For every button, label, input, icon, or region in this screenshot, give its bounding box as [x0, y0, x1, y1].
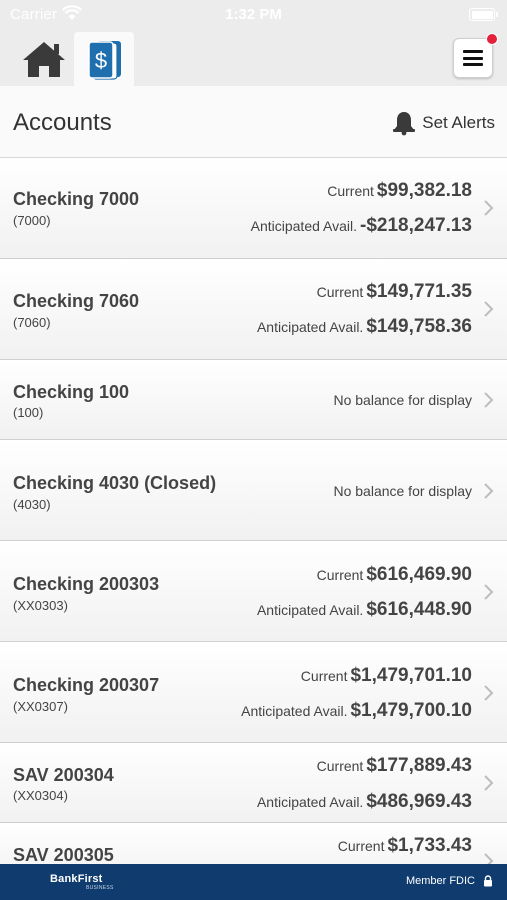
home-icon	[23, 42, 65, 77]
tab-home[interactable]	[14, 32, 74, 86]
chevron-right-icon	[484, 584, 494, 600]
current-balance: Current $1,479,701.10	[301, 665, 472, 687]
hamburger-menu-icon	[463, 50, 483, 66]
current-label: Current	[316, 284, 364, 300]
account-name: Checking 100	[13, 382, 130, 402]
status-bar: Carrier 1:32 PM	[0, 0, 507, 30]
account-row[interactable]: Checking 200307 (XX0307) Current $1,479,…	[0, 642, 507, 743]
current-balance: Current $177,889.43	[317, 755, 472, 777]
current-balance: Current $99,382.18	[327, 180, 472, 202]
anticipated-value: -$218,247.13	[360, 215, 472, 236]
anticipated-balance: Anticipated Avail. $149,758.36	[257, 316, 472, 338]
account-name: SAV 200305	[13, 845, 114, 865]
current-value: $1,733.43	[387, 835, 472, 856]
anticipated-value: $149,758.36	[366, 316, 472, 337]
footer: BankFirst BUSINESS Member FDIC	[0, 864, 507, 900]
account-row[interactable]: Checking 200303 (XX0303) Current $616,46…	[0, 541, 507, 642]
member-fdic-label: Member FDIC	[405, 875, 475, 887]
account-row[interactable]: Checking 7060 (7060) Current $149,771.35…	[0, 259, 507, 360]
current-balance: Current $1,733.43	[338, 835, 472, 857]
current-label: Current	[300, 668, 348, 684]
dollar-cards-icon: $	[88, 41, 121, 80]
page-header: Accounts Set Alerts	[0, 86, 507, 158]
current-value: $177,889.43	[366, 755, 472, 776]
current-label: Current	[337, 838, 385, 854]
anticipated-value: $616,448.90	[366, 599, 472, 620]
current-balance: Current $616,469.90	[317, 564, 472, 586]
current-value: $1,479,701.10	[350, 665, 472, 686]
account-number: (100)	[13, 405, 44, 420]
battery-icon	[469, 8, 498, 21]
account-row[interactable]: Checking 7000 (7000) Current $99,382.18 …	[0, 158, 507, 259]
anticipated-label: Anticipated Avail.	[256, 794, 364, 810]
account-number: (7060)	[13, 315, 51, 330]
current-label: Current	[327, 183, 374, 199]
account-number: (XX0304)	[13, 788, 68, 803]
brand-sub-label: BUSINESS	[86, 885, 114, 891]
anticipated-label: Anticipated Avail.	[256, 602, 364, 618]
anticipated-value: $1,479,700.10	[350, 700, 472, 721]
account-number: (7000)	[13, 213, 51, 228]
current-label: Current	[316, 567, 364, 583]
account-list: Checking 7000 (7000) Current $99,382.18 …	[0, 158, 507, 883]
account-name: SAV 200304	[13, 765, 114, 785]
clock: 1:32 PM	[225, 6, 282, 23]
chevron-right-icon	[484, 483, 494, 499]
notification-dot	[486, 33, 498, 45]
account-name: Checking 200303	[13, 574, 160, 594]
brand-logo: BankFirst	[50, 873, 103, 885]
menu-button[interactable]	[453, 33, 498, 78]
account-row[interactable]: Checking 100 (100) No balance for displa…	[0, 360, 507, 440]
chevron-right-icon	[484, 200, 494, 216]
chevron-right-icon	[484, 392, 494, 408]
current-balance: Current $149,771.35	[317, 281, 472, 303]
anticipated-balance: Anticipated Avail. $486,969.43	[257, 791, 472, 813]
account-name: Checking 7000	[13, 189, 140, 209]
current-value: $99,382.18	[376, 180, 472, 201]
chevron-right-icon	[484, 301, 494, 317]
no-balance-label: No balance for display	[333, 392, 472, 408]
anticipated-balance: Anticipated Avail. -$218,247.13	[251, 215, 472, 237]
account-row[interactable]: Checking 4030 (Closed) (4030) No balance…	[0, 440, 507, 541]
nav-bar: $	[0, 30, 507, 86]
current-value: $616,469.90	[366, 564, 472, 585]
anticipated-label: Anticipated Avail.	[256, 319, 364, 335]
chevron-right-icon	[484, 685, 494, 701]
anticipated-label: Anticipated Avail.	[241, 703, 348, 719]
anticipated-label: Anticipated Avail.	[250, 218, 357, 234]
set-alerts-label: Set Alerts	[422, 113, 495, 132]
anticipated-balance: Anticipated Avail. $1,479,700.10	[241, 700, 472, 722]
account-name: Checking 7060	[13, 291, 140, 311]
account-name: Checking 4030 (Closed)	[13, 473, 217, 493]
anticipated-value: $486,969.43	[366, 791, 472, 812]
bell-icon	[393, 112, 416, 136]
account-number: (XX0303)	[13, 598, 68, 613]
lock-icon	[484, 875, 492, 887]
anticipated-balance: Anticipated Avail. $616,448.90	[257, 599, 472, 621]
account-number: (XX0307)	[13, 699, 68, 714]
current-value: $149,771.35	[366, 281, 472, 302]
account-name: Checking 200307	[13, 675, 160, 695]
svg-text:$: $	[95, 48, 107, 73]
no-balance-label: No balance for display	[333, 483, 472, 499]
account-number: (4030)	[13, 497, 51, 512]
chevron-right-icon	[484, 775, 494, 791]
tab-accounts[interactable]: $	[74, 32, 134, 86]
set-alerts-button[interactable]: Set Alerts	[392, 110, 495, 136]
current-label: Current	[316, 758, 364, 774]
account-row[interactable]: SAV 200304 (XX0304) Current $177,889.43 …	[0, 743, 507, 823]
page-title: Accounts	[13, 109, 112, 136]
